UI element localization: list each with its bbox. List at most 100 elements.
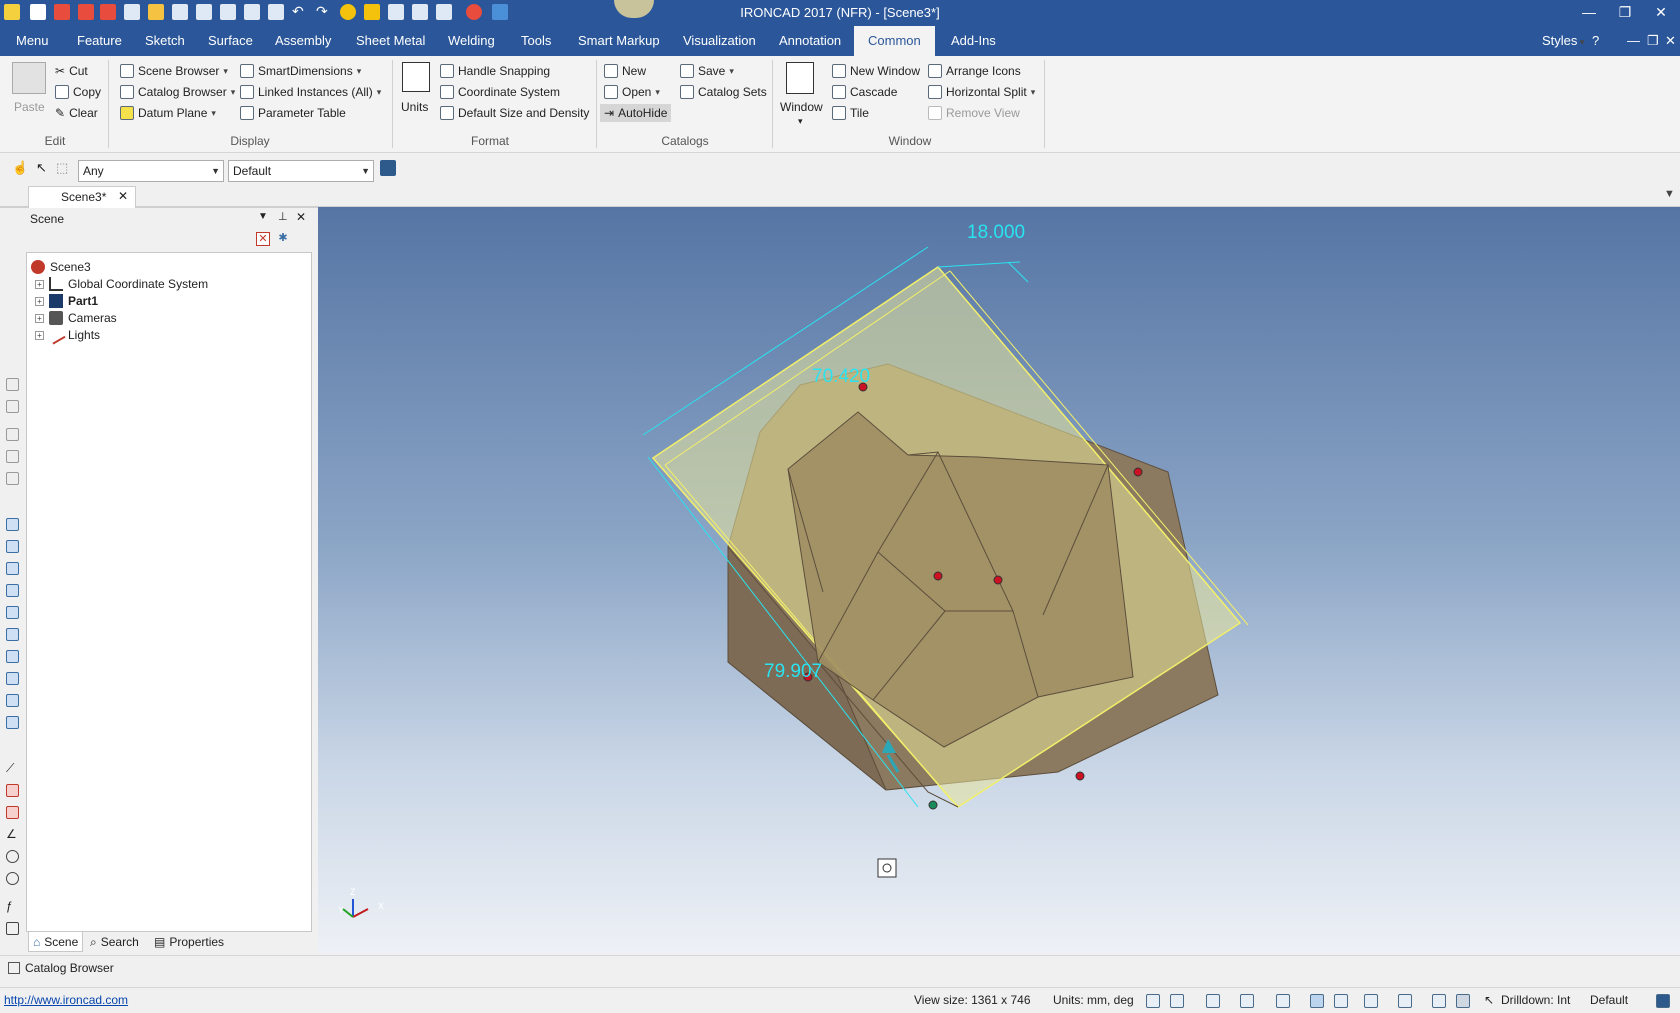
view-tool-icon[interactable] (6, 428, 19, 441)
catalog-new-button[interactable]: New (604, 62, 646, 80)
copy-button[interactable]: Copy (55, 83, 101, 101)
handle-snapping-button[interactable]: Handle Snapping (440, 62, 550, 80)
tab-smart-markup[interactable]: Smart Markup (576, 26, 662, 56)
tab-common[interactable]: Common (854, 26, 935, 56)
clear-filter-icon[interactable]: ✕ (256, 232, 270, 246)
autohide-button[interactable]: ⇥ AutoHide (600, 104, 672, 122)
cascade-button[interactable]: Cascade (832, 83, 897, 101)
dimension-label-width[interactable]: 18.000 (967, 222, 1025, 244)
view-back-icon[interactable] (6, 540, 19, 553)
dimension-label-length[interactable]: 70.420 (812, 366, 870, 388)
expand-icon[interactable]: + (35, 296, 44, 306)
select-arrow-icon[interactable] (1456, 994, 1470, 1008)
style-select[interactable]: Default ▼ (228, 160, 374, 182)
view-tool-icon[interactable] (6, 450, 19, 463)
snap-icon[interactable] (1432, 994, 1446, 1008)
view-tool-icon[interactable] (6, 378, 19, 391)
view-cube-icon[interactable] (1240, 994, 1254, 1008)
tab-welding[interactable]: Welding (446, 26, 497, 56)
roll-icon[interactable] (6, 872, 19, 885)
ribbon-minimize-button[interactable]: — (1625, 26, 1642, 56)
catalog-sets-button[interactable]: Catalog Sets (680, 83, 767, 101)
tab-feature[interactable]: Feature (75, 26, 124, 56)
chevron-down-icon[interactable]: ▼ (1664, 188, 1675, 200)
chevron-down-icon[interactable]: ▼ (258, 211, 268, 222)
arrange-icons-button[interactable]: Arrange Icons (928, 62, 1021, 80)
section-icon[interactable] (6, 806, 19, 819)
remove-view-button[interactable]: Remove View (928, 104, 1020, 122)
render-mode-icon[interactable] (1206, 994, 1220, 1008)
resize-handle[interactable] (993, 575, 1003, 585)
resize-handle[interactable] (1133, 467, 1143, 477)
window-button[interactable]: Window (780, 98, 823, 116)
tile-button[interactable]: Tile (832, 104, 869, 122)
view-bottom-icon[interactable] (6, 628, 19, 641)
restore-button[interactable]: ❐ (1608, 0, 1642, 26)
section-icon[interactable] (6, 784, 19, 797)
view-iso-icon[interactable] (6, 650, 19, 663)
select-parts-icon[interactable]: ☝ (12, 160, 28, 176)
select-arrow-icon[interactable]: ↖ (36, 160, 52, 176)
default-size-density-button[interactable]: Default Size and Density (440, 104, 589, 122)
close-tab-icon[interactable]: ✕ (118, 189, 128, 203)
tree-node-global-coordinate-system[interactable]: + Global Coordinate System (35, 276, 208, 292)
3d-viewport[interactable]: 18.000 70.420 79.907 Z X Y (318, 207, 1680, 953)
shadow-icon[interactable] (1398, 994, 1412, 1008)
tree-node-scene3[interactable]: Scene3 (31, 259, 91, 275)
paste-button[interactable]: Paste (14, 98, 45, 116)
view-left-icon[interactable] (6, 562, 19, 575)
shading-icon[interactable] (1310, 994, 1324, 1008)
horizontal-split-button[interactable]: Horizontal Split (928, 83, 1035, 101)
ribbon-close-button[interactable]: ✕ (1663, 26, 1678, 56)
tab-surface[interactable]: Surface (206, 26, 255, 56)
expand-icon[interactable]: + (35, 279, 44, 289)
visibility-icon[interactable] (1334, 994, 1348, 1008)
view-tool-icon[interactable] (6, 472, 19, 485)
tree-node-part1[interactable]: + Part1 (35, 293, 98, 309)
drilldown-select[interactable]: Drilldown: Int (1501, 993, 1570, 1007)
pin-icon[interactable]: ⊥ (278, 210, 288, 223)
help-icon[interactable]: ? (1590, 26, 1601, 56)
zoom-fit-icon[interactable] (1170, 994, 1184, 1008)
hierarchy-icon[interactable] (1656, 994, 1670, 1008)
selection-filter-select[interactable]: Any ▼ (78, 160, 224, 182)
styles-menu[interactable]: Styles (1540, 26, 1586, 56)
view-iso-icon[interactable] (6, 716, 19, 729)
catalog-browser-bar[interactable]: Catalog Browser (0, 955, 1680, 979)
tab-visualization[interactable]: Visualization (681, 26, 758, 56)
linked-instances-button[interactable]: Linked Instances (All) (240, 83, 381, 101)
new-window-button[interactable]: New Window (832, 62, 920, 80)
display-style-icon[interactable] (1364, 994, 1378, 1008)
tab-properties[interactable]: ▤ Properties (150, 932, 228, 952)
rotate-icon[interactable] (6, 850, 19, 863)
coordinate-system-button[interactable]: Coordinate System (440, 83, 560, 101)
units-button[interactable]: Units (401, 98, 428, 116)
close-window-button[interactable]: ✕ (1644, 0, 1678, 26)
close-icon[interactable]: ✕ (296, 210, 306, 224)
zoom-icon[interactable] (1146, 994, 1160, 1008)
expand-icon[interactable]: + (35, 330, 44, 340)
tab-assembly[interactable]: Assembly (273, 26, 333, 56)
curve-icon[interactable]: ƒ (6, 900, 19, 913)
tab-annotation[interactable]: Annotation (777, 26, 843, 56)
angle-icon[interactable]: ∠ (6, 828, 19, 841)
tree-node-lights[interactable]: + Lights (35, 325, 100, 345)
ribbon-restore-button[interactable]: ❐ (1645, 26, 1661, 56)
measure-icon[interactable]: ⟋ (6, 762, 19, 775)
status-style-select[interactable]: Default (1590, 993, 1628, 1007)
view-top-icon[interactable] (6, 606, 19, 619)
hierarchy-icon[interactable] (380, 160, 396, 176)
select-box-icon[interactable]: ⬚ (56, 160, 72, 176)
view-right-icon[interactable] (6, 584, 19, 597)
parameter-table-button[interactable]: Parameter Table (240, 104, 346, 122)
minimize-button[interactable]: — (1572, 0, 1606, 26)
tab-tools[interactable]: Tools (519, 26, 553, 56)
cut-button[interactable]: ✂ Cut (55, 62, 88, 80)
sparkle-filter-icon[interactable]: ✱ (276, 232, 290, 246)
triball-icon[interactable] (877, 858, 897, 878)
dimension-label-height[interactable]: 79.907 (764, 661, 822, 683)
tree-node-cameras[interactable]: + Cameras (35, 310, 117, 326)
clear-button[interactable]: ✎ Clear (55, 104, 98, 122)
datum-plane-button[interactable]: Datum Plane (120, 104, 216, 122)
resize-handle[interactable] (933, 571, 943, 581)
